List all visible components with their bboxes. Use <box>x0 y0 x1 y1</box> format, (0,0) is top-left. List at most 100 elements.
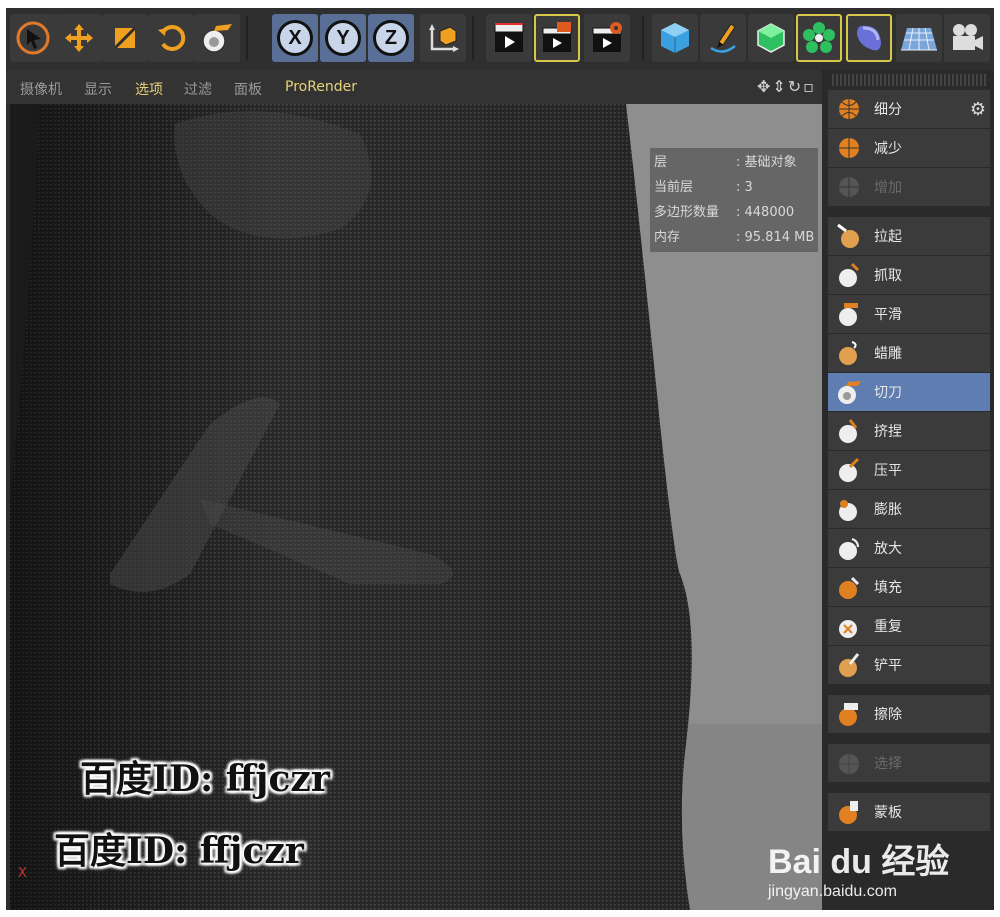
menu-camera[interactable]: 摄像机 <box>20 79 62 99</box>
erase-brush-icon <box>832 699 866 729</box>
tool-label: 膨胀 <box>874 502 902 518</box>
floor-grid-icon <box>901 27 937 51</box>
tool-label: 拉起 <box>874 229 902 245</box>
pinch-brush-icon <box>832 416 866 446</box>
grab-brush-button[interactable]: 抓取 <box>828 256 990 295</box>
zoom-view-icon[interactable]: ⇕ <box>772 77 787 96</box>
deformer-button[interactable] <box>846 14 892 62</box>
subdivide-button[interactable]: 细分 ⚙ <box>828 90 990 129</box>
app-window: X Y Z 摄像机 显示 选项 过滤 面板 ProRender ✥⇕↻▫ 层:… <box>6 8 994 910</box>
fill-brush-button[interactable]: 填充 <box>828 568 990 607</box>
menu-display[interactable]: 显示 <box>84 79 112 99</box>
coordinate-system-button[interactable] <box>420 14 466 62</box>
mask-brush-icon <box>832 797 866 827</box>
smooth-brush-button[interactable]: 平滑 <box>828 295 990 334</box>
select-brush-button[interactable]: 选择 <box>828 744 990 783</box>
info-value: : 95.814 MB <box>736 230 815 245</box>
baidu-watermark-logo: Bai du 经验 jingyan.baidu.com <box>768 834 958 901</box>
pull-brush-button[interactable]: 拉起 <box>828 217 990 256</box>
baidu-url-text: jingyan.baidu.com <box>768 883 897 900</box>
info-key: 层 <box>654 155 668 170</box>
increase-button[interactable]: 增加 <box>828 168 990 207</box>
decrease-icon <box>832 133 866 163</box>
wax-brush-icon <box>832 338 866 368</box>
move-tool-button[interactable] <box>56 14 102 62</box>
tool-label: 放大 <box>874 541 902 557</box>
inflate-brush-button[interactable]: 膨胀 <box>828 490 990 529</box>
tool-label: 减少 <box>874 141 902 157</box>
tool-label: 增加 <box>874 180 902 196</box>
subdivision-surface-button[interactable] <box>748 14 794 62</box>
clapper-gear-icon <box>592 22 622 52</box>
arrow-cursor-icon <box>16 21 50 55</box>
rotate-view-icon[interactable]: ↻ <box>788 77 803 96</box>
info-key: 多边形数量 <box>654 205 720 220</box>
tool-label: 擦除 <box>874 707 902 723</box>
tool-label: 重复 <box>874 619 902 635</box>
gear-icon[interactable]: ⚙ <box>970 99 986 120</box>
info-overlay: 层 : 基础对象 当前层: 3 多边形数量 : 448000 内存 : 95.814 … <box>650 148 818 252</box>
deformer-icon <box>857 25 881 51</box>
render-view-button[interactable] <box>486 14 532 62</box>
select-tool-button[interactable] <box>10 14 56 62</box>
x-axis-lock-button[interactable]: X <box>272 14 318 62</box>
menu-panel[interactable]: 面板 <box>234 79 262 99</box>
y-axis-lock-button[interactable]: Y <box>320 14 366 62</box>
toggle-view-icon[interactable]: ▫ <box>803 77 816 96</box>
pen-spline-button[interactable] <box>700 14 746 62</box>
viewport-menu-bar: 摄像机 显示 选项 过滤 面板 ProRender ✥⇕↻▫ <box>6 70 822 104</box>
menu-filter[interactable]: 过滤 <box>184 79 212 99</box>
repeat-brush-button[interactable]: 重复 <box>828 607 990 646</box>
camera-button[interactable] <box>944 14 990 62</box>
info-value: : 基础对象 <box>736 155 797 170</box>
tool-label: 蒙板 <box>874 805 902 821</box>
floor-button[interactable] <box>896 14 942 62</box>
erase-brush-button[interactable]: 擦除 <box>828 695 990 734</box>
cube-object-button[interactable] <box>652 14 698 62</box>
menu-prorender[interactable]: ProRender <box>285 79 357 95</box>
knife-brush-button[interactable]: 切刀 <box>828 373 990 412</box>
tool-label: 抓取 <box>874 268 902 284</box>
live-selection-button[interactable] <box>194 14 240 62</box>
rotate-tool-button[interactable] <box>148 14 194 62</box>
sculpt-tools-panel: 细分 ⚙ 减少 增加 拉起 抓取 平滑 蜡雕 切刀 挤捏 压平 膨胀 放大 填充… <box>822 70 994 910</box>
info-key: 内存 <box>654 230 681 245</box>
rotate-icon <box>158 25 186 51</box>
pinch-brush-button[interactable]: 挤捏 <box>828 412 990 451</box>
render-to-picture-viewer-button[interactable] <box>534 14 580 62</box>
menu-options[interactable]: 选项 <box>135 79 163 99</box>
tool-label: 切刀 <box>874 385 902 401</box>
coordinate-system-icon <box>429 24 459 52</box>
pen-icon <box>710 23 736 53</box>
move-view-icon[interactable]: ✥ <box>757 77 772 96</box>
tool-group-mask: 蒙板 <box>828 793 990 832</box>
tool-label: 铲平 <box>874 658 902 674</box>
tool-label: 平滑 <box>874 307 902 323</box>
flatten-brush-button[interactable]: 压平 <box>828 451 990 490</box>
fill-brush-icon <box>832 572 866 602</box>
cloner-icon <box>803 22 835 53</box>
render-settings-button[interactable] <box>584 14 630 62</box>
knife-brush-icon <box>832 377 866 407</box>
grab-brush-icon <box>832 260 866 290</box>
watermark-text: 百度ID: ffjczr <box>80 758 330 800</box>
info-row-current-layer: 当前层: 3 <box>650 175 818 200</box>
magnify-brush-icon <box>832 533 866 563</box>
z-axis-lock-button[interactable]: Z <box>368 14 414 62</box>
flatten-brush-icon <box>832 455 866 485</box>
wax-brush-button[interactable]: 蜡雕 <box>828 334 990 373</box>
tool-label: 挤捏 <box>874 424 902 440</box>
cloner-button[interactable] <box>796 14 842 62</box>
magnify-brush-button[interactable]: 放大 <box>828 529 990 568</box>
scrape-brush-button[interactable]: 铲平 <box>828 646 990 685</box>
z-axis-label: Z <box>373 20 409 56</box>
panel-grip[interactable] <box>832 74 988 86</box>
tool-group-brushes: 拉起 抓取 平滑 蜡雕 切刀 挤捏 压平 膨胀 放大 填充 重复 铲平 <box>828 217 990 685</box>
3d-viewport[interactable]: 层 : 基础对象 当前层: 3 多边形数量 : 448000 内存 : 95.814 … <box>10 104 822 910</box>
mask-brush-button[interactable]: 蒙板 <box>828 793 990 832</box>
cube-icon <box>661 23 689 53</box>
info-value: : 448000 <box>736 205 795 220</box>
scale-tool-button[interactable] <box>102 14 148 62</box>
tool-group-subdivision: 细分 ⚙ 减少 增加 <box>828 90 990 207</box>
decrease-button[interactable]: 减少 <box>828 129 990 168</box>
